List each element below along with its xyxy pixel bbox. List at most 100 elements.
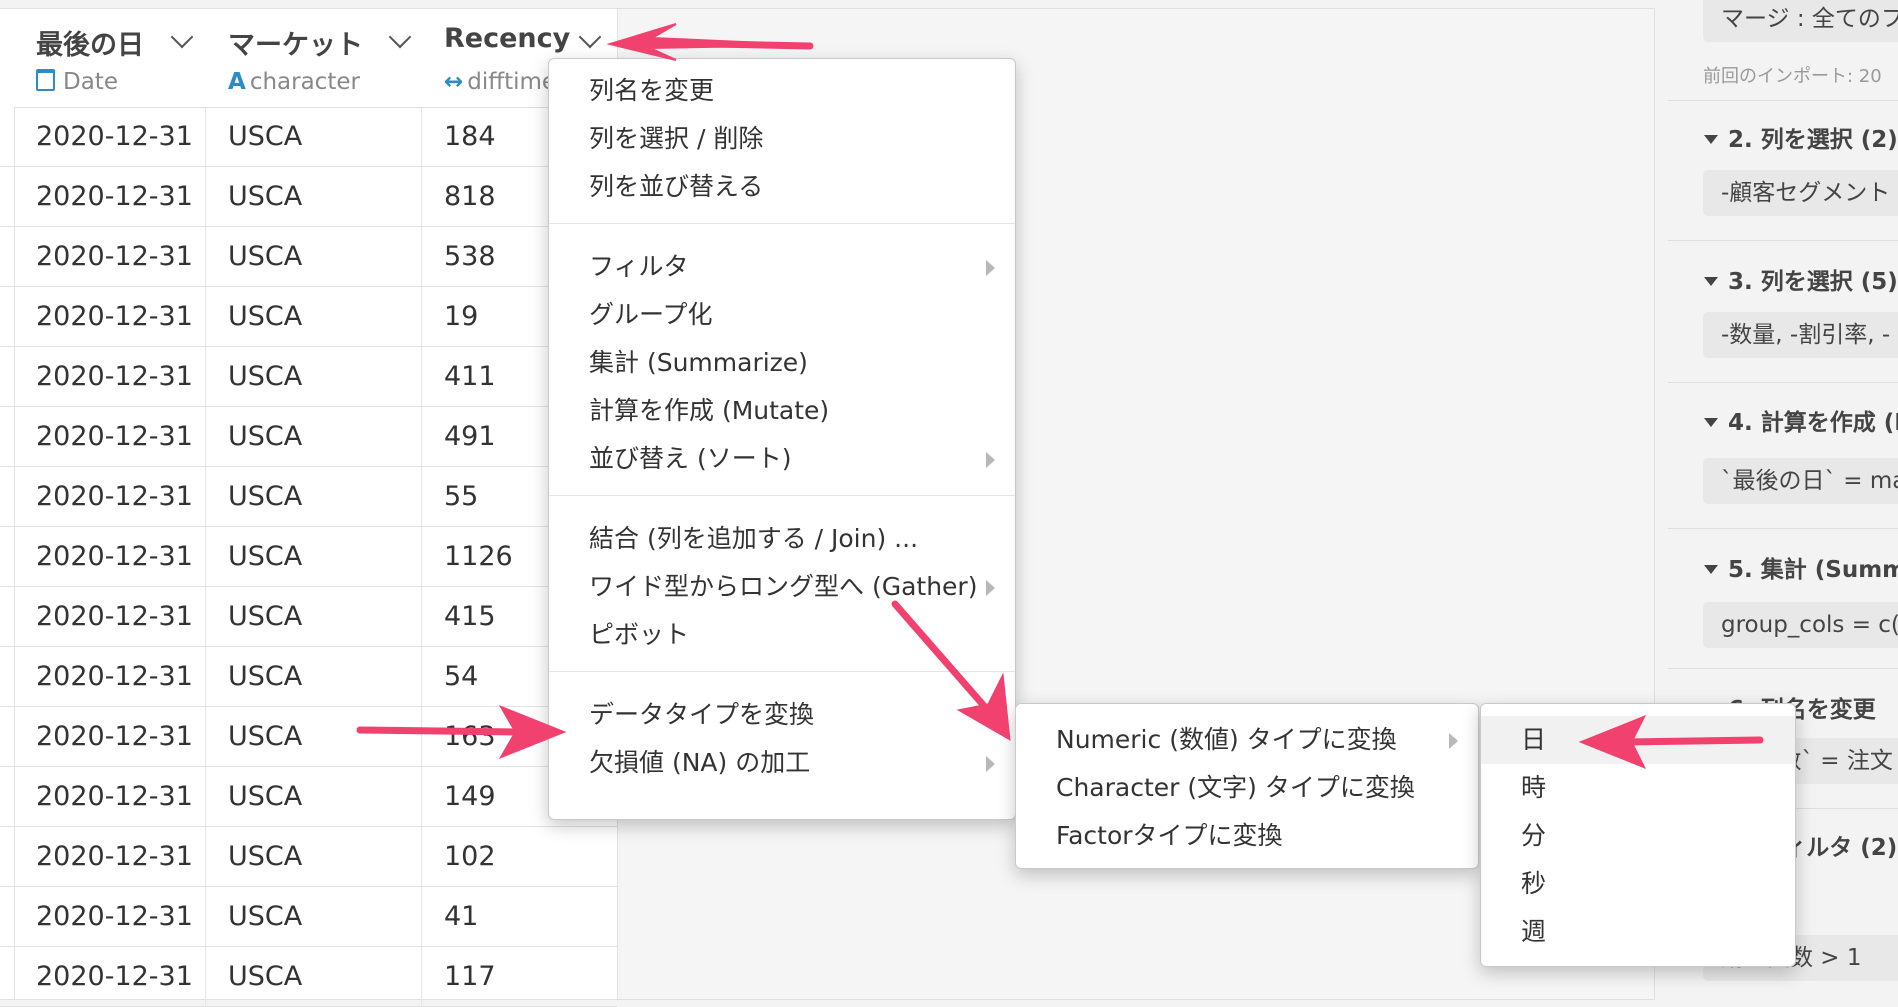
table-cell[interactable]: 2020-12-31 <box>14 887 206 946</box>
table-row: 2020-12-31 USCA 149 <box>0 767 617 827</box>
convert-menu-item[interactable]: Factorタイプに変換 <box>1016 812 1478 860</box>
menu-separator <box>549 223 1015 224</box>
table-row: 2020-12-31 USCA 117 <box>0 947 617 1007</box>
table-cell[interactable]: 102 <box>422 827 617 886</box>
caret-down-icon <box>1704 135 1718 144</box>
menu-item-label: 列を並び替える <box>589 172 764 201</box>
table-cell[interactable]: 2020-12-31 <box>14 467 206 526</box>
table-cell[interactable]: USCA <box>206 347 422 406</box>
table-cell[interactable]: 2020-12-31 <box>14 827 206 886</box>
menu-item-label: 集計 (Summarize) <box>589 348 808 377</box>
table-cell[interactable]: 2020-12-31 <box>14 707 206 766</box>
step-body[interactable]: `最後の日` = max <box>1703 458 1898 504</box>
table-row: 2020-12-31 USCA 163 <box>0 707 617 767</box>
column-menu-item[interactable]: データタイプを変換 <box>549 691 1015 739</box>
column-menu-item[interactable]: 計算を作成 (Mutate) <box>549 387 1015 435</box>
table-cell[interactable]: 2020-12-31 <box>14 107 206 166</box>
table-cell[interactable]: USCA <box>206 587 422 646</box>
table-cell[interactable]: 2020-12-31 <box>14 407 206 466</box>
column-menu-item[interactable]: ピボット <box>549 611 1015 659</box>
column-menu-item[interactable]: ワイド型からロング型へ (Gather) <box>549 563 1015 611</box>
table-cell[interactable]: USCA <box>206 167 422 226</box>
column-menu-item[interactable]: 並び替え (ソート) <box>549 435 1015 483</box>
menu-item-label: 時 <box>1521 773 1547 802</box>
chevron-down-icon[interactable] <box>170 25 194 49</box>
table-cell[interactable]: 2020-12-31 <box>14 287 206 346</box>
table-cell[interactable]: USCA <box>206 767 422 826</box>
table-cell[interactable]: USCA <box>206 287 422 346</box>
menu-item-label: ピボット <box>589 620 690 649</box>
table-cell[interactable]: 41 <box>422 887 617 946</box>
menu-item-label: 週 <box>1521 917 1547 946</box>
unit-menu-item[interactable]: 週 <box>1481 908 1795 956</box>
table-cell[interactable]: USCA <box>206 467 422 526</box>
caret-down-icon <box>1704 565 1718 574</box>
step-title[interactable]: 4. 計算を作成 (M <box>1704 403 1898 437</box>
step-body[interactable]: -顧客セグメント <box>1703 170 1898 216</box>
column-menu-item[interactable]: 列名を変更 <box>549 67 1015 115</box>
unit-menu-item[interactable]: 日 <box>1481 716 1795 764</box>
table-cell[interactable]: USCA <box>206 647 422 706</box>
table-cell[interactable]: USCA <box>206 407 422 466</box>
column-menu-item[interactable]: 集計 (Summarize) <box>549 339 1015 387</box>
column-menu-item[interactable]: 結合 (列を追加する / Join) ... <box>549 515 1015 563</box>
menu-item-label: 分 <box>1521 821 1547 850</box>
column-menu-item[interactable]: 列を並び替える <box>549 163 1015 211</box>
convert-type-submenu: Numeric (数値) タイプに変換 Character (文字) タイプに変換… <box>1015 703 1479 869</box>
table-cell[interactable]: 2020-12-31 <box>14 347 206 406</box>
table-row: 2020-12-31 USCA 415 <box>0 587 617 647</box>
divider <box>1668 100 1898 101</box>
step-title[interactable]: 3. 列を選択 (5) <box>1704 262 1898 296</box>
column-menu-item[interactable]: 欠損値 (NA) の加工 <box>549 739 1015 787</box>
table-cell[interactable]: 2020-12-31 <box>14 947 206 1006</box>
menu-item-label: フィルタ <box>589 252 689 281</box>
column-menu-item[interactable]: グループ化 <box>549 291 1015 339</box>
menu-item-label: Character (文字) タイプに変換 <box>1056 773 1415 802</box>
table-cell[interactable]: 2020-12-31 <box>14 587 206 646</box>
table-cell[interactable]: 2020-12-31 <box>14 647 206 706</box>
step-title[interactable]: 2. 列を選択 (2) <box>1704 120 1898 154</box>
table-row: 2020-12-31 USCA 818 <box>0 167 617 227</box>
column-name: Recency <box>444 23 571 54</box>
column-type: ↔ difftime <box>444 69 557 95</box>
step-body[interactable]: -数量, -割引率, - <box>1703 312 1898 358</box>
menu-separator <box>549 495 1015 496</box>
table-row: 2020-12-31 USCA 1126 <box>0 527 617 587</box>
convert-menu-item[interactable]: Numeric (数値) タイプに変換 <box>1016 716 1478 764</box>
submenu-arrow-icon <box>986 708 995 724</box>
table-cell[interactable]: USCA <box>206 107 422 166</box>
table-row: 2020-12-31 USCA 54 <box>0 647 617 707</box>
table-cell[interactable]: 117 <box>422 947 617 1006</box>
divider <box>1668 668 1898 669</box>
submenu-arrow-icon <box>1449 733 1458 749</box>
unit-menu-item[interactable]: 時 <box>1481 764 1795 812</box>
caret-down-icon <box>1704 418 1718 427</box>
chevron-down-icon[interactable] <box>578 25 602 49</box>
column-menu-item[interactable]: フィルタ <box>549 243 1015 291</box>
convert-menu-item[interactable]: Character (文字) タイプに変換 <box>1016 764 1478 812</box>
table-row: 2020-12-31 USCA 491 <box>0 407 617 467</box>
step-body[interactable]: group_cols = c(`顧 <box>1703 602 1898 648</box>
table-cell[interactable]: USCA <box>206 707 422 766</box>
table-cell[interactable]: USCA <box>206 947 422 1006</box>
merge-step-box[interactable]: マージ : 全てのフ <box>1703 0 1898 42</box>
menu-item-label: 計算を作成 (Mutate) <box>589 396 830 425</box>
unit-menu-item[interactable]: 分 <box>1481 812 1795 860</box>
chevron-down-icon[interactable] <box>388 25 412 49</box>
table-cell[interactable]: USCA <box>206 887 422 946</box>
column-menu-item[interactable]: 列を選択 / 削除 <box>549 115 1015 163</box>
submenu-arrow-icon <box>986 580 995 596</box>
column-header-market[interactable]: マーケット Acharacter <box>206 9 423 108</box>
table-cell[interactable]: USCA <box>206 527 422 586</box>
menu-item-label: 欠損値 (NA) の加工 <box>589 748 811 777</box>
step-title[interactable]: 5. 集計 (Summa <box>1704 550 1898 584</box>
table-row: 2020-12-31 USCA 411 <box>0 347 617 407</box>
column-header-last-day[interactable]: 最後の日 Date <box>14 9 207 108</box>
table-cell[interactable]: USCA <box>206 827 422 886</box>
table-cell[interactable]: 2020-12-31 <box>14 167 206 226</box>
table-cell[interactable]: 2020-12-31 <box>14 227 206 286</box>
unit-menu-item[interactable]: 秒 <box>1481 860 1795 908</box>
table-cell[interactable]: 2020-12-31 <box>14 767 206 826</box>
table-cell[interactable]: USCA <box>206 227 422 286</box>
table-cell[interactable]: 2020-12-31 <box>14 527 206 586</box>
